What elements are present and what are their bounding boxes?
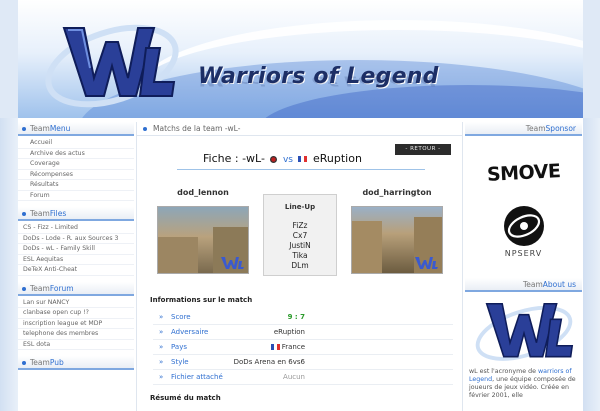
lineup-player: FiZz (292, 221, 308, 230)
sponsor-box-title: TeamSponsor (465, 122, 582, 136)
menu-item-accueil[interactable]: Accueil (18, 138, 134, 149)
forum-box-title: TeamForum (18, 281, 134, 296)
arrow-icon: » (159, 358, 164, 366)
npserv-label: NPSERV (504, 248, 543, 258)
bullet-icon (22, 286, 26, 291)
files-box-title: TeamFiles (18, 207, 134, 221)
forum-topic-link[interactable]: inscription league et MDP (18, 319, 134, 329)
forum-topic-link[interactable]: telephone des membres (18, 329, 134, 340)
site-title: Warriors of Legend (198, 64, 439, 89)
forum-topic-link[interactable]: clanbase open cup !? (18, 308, 134, 319)
lineup-player: DLm (291, 261, 309, 270)
map-name-left: dod_lennon (177, 188, 229, 197)
menu-box-title: TeamMenu (18, 122, 134, 136)
file-link[interactable]: DoDs - Lode - R. aux Sources 3 (18, 234, 134, 244)
menu-item-resultats[interactable]: Résultats (18, 180, 134, 191)
team-flag-icon (270, 155, 278, 163)
france-flag-icon (298, 156, 308, 162)
bullet-icon (143, 127, 147, 131)
match-title: Fiche : -wL- vs eRuption (203, 152, 362, 165)
main-content: Matchs de la team -wL- - RETOUR - Fiche … (136, 122, 463, 411)
menu-list: Accueil Archive des actus Coverage Récom… (18, 136, 134, 207)
bullet-icon (22, 127, 26, 131)
about-box-title: TeamAbout us (465, 278, 582, 292)
wl-watermark-icon (221, 257, 244, 269)
info-row-adversaire: » Adversaire eRuption (153, 325, 453, 340)
right-sidebar: TeamSponsor SMOVE NPSERV TeamAbout us wL… (465, 122, 582, 411)
map-name-right: dod_harrington (362, 188, 432, 197)
forum-topic-link[interactable]: Lan sur NANCY (18, 298, 134, 308)
wl-watermark-icon (415, 257, 438, 269)
map-screenshot-left[interactable] (157, 206, 249, 274)
menu-item-forum[interactable]: Forum (18, 191, 134, 201)
about-text: wL est l'acronyme de warriors of Legend,… (469, 368, 576, 399)
arrow-icon: » (159, 343, 164, 351)
npserv-disc-icon (503, 205, 544, 246)
npserv-sponsor-logo[interactable]: NPSERV (465, 196, 582, 266)
arrow-icon: » (159, 313, 164, 321)
page-side-decoration (0, 118, 18, 411)
pub-box-title: TeamPub (18, 356, 134, 370)
forum-list: Lan sur NANCY clanbase open cup !? inscr… (18, 296, 134, 357)
page-side-decoration (583, 118, 600, 411)
smove-sponsor-logo[interactable]: SMOVE (465, 150, 582, 196)
menu-item-archive[interactable]: Archive des actus (18, 149, 134, 159)
file-link[interactable]: CS - Fizz - Limited (18, 223, 134, 234)
france-flag-icon (270, 344, 280, 350)
score-value: 9 : 7 (287, 313, 305, 321)
left-sidebar: TeamMenu Accueil Archive des actus Cover… (18, 122, 134, 411)
forum-topic-link[interactable]: ESL dota (18, 340, 134, 350)
menu-item-coverage[interactable]: Coverage (18, 159, 134, 170)
map-wall (352, 221, 382, 273)
lineup-player: JustiN (289, 241, 311, 250)
lineup-player: Tika (292, 251, 308, 260)
section-title: Matchs de la team -wL- (137, 122, 462, 136)
map-screenshot-right[interactable] (351, 206, 443, 274)
wl-logo-small (475, 303, 573, 361)
match-header: Fiche : -wL- vs eRuption (177, 150, 425, 170)
wl-logo[interactable] (42, 8, 182, 118)
file-link[interactable]: ESL Aequitas (18, 255, 134, 265)
lineup-player: Cx7 (292, 231, 308, 240)
info-row-score: » Score 9 : 7 (153, 310, 453, 325)
info-row-fichier: » Fichier attaché Aucun (153, 370, 453, 385)
file-link[interactable]: DoDs - wL - Family Skill (18, 244, 134, 255)
bullet-icon (22, 212, 26, 216)
lineup-box: Line-Up FiZz Cx7 JustiN Tika DLm (263, 194, 337, 276)
resume-title: Résumé du match (150, 394, 221, 402)
bullet-icon (22, 361, 26, 365)
files-list: CS - Fizz - Limited DoDs - Lode - R. aux… (18, 221, 134, 282)
site-header: Warriors of Legend Warriors of Legend (18, 0, 583, 118)
info-row-style: » Style DoDs Arena en 6vs6 (153, 355, 453, 370)
arrow-icon: » (159, 373, 164, 381)
menu-item-recompenses[interactable]: Récompenses (18, 170, 134, 180)
info-row-pays: » Pays France (153, 340, 453, 355)
arrow-icon: » (159, 328, 164, 336)
match-info-table: » Score 9 : 7 » Adversaire eRuption » Pa… (153, 310, 453, 385)
map-wall (158, 237, 198, 273)
file-link[interactable]: DeTeX Anti-Cheat (18, 265, 134, 276)
lineup-title: Line-Up (284, 203, 316, 211)
info-title: Informations sur le match (150, 296, 253, 304)
